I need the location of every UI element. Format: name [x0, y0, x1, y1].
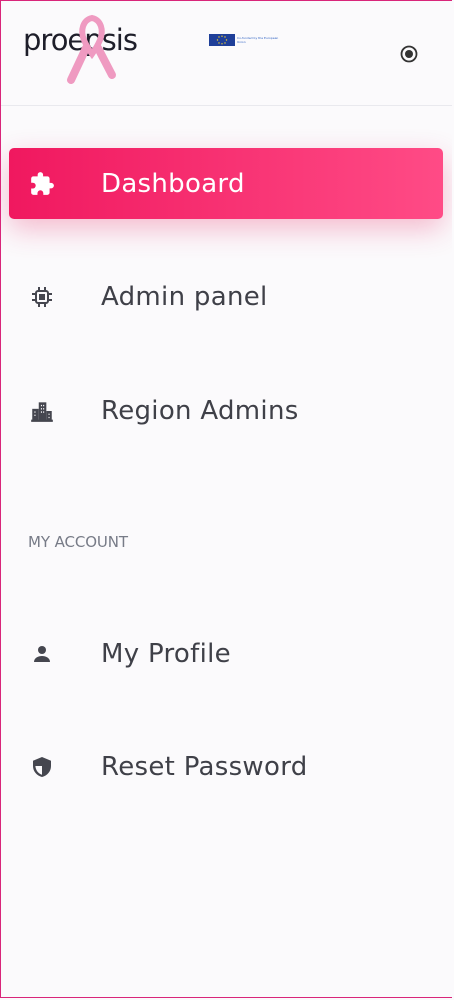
sidebar-item-label: My Profile: [101, 638, 231, 669]
cpu-icon: [29, 284, 55, 310]
sidebar-header: proepsis Co-funded by the European Union: [1, 1, 452, 106]
eu-stars-icon: [216, 35, 228, 45]
eu-flag-icon: [209, 34, 235, 46]
section-title-my-account: MY ACCOUNT: [28, 533, 128, 551]
radio-button-icon: [400, 45, 418, 63]
sidebar-item-region-admins[interactable]: Region Admins: [9, 375, 443, 446]
sidebar-toggle-button[interactable]: [397, 42, 421, 66]
brand-logo[interactable]: proepsis: [23, 14, 193, 84]
puzzle-icon: [29, 171, 55, 197]
buildings-icon: [29, 398, 55, 424]
sidebar-item-dashboard[interactable]: Dashboard: [9, 148, 443, 219]
sidebar-item-admin-panel[interactable]: Admin panel: [9, 261, 443, 332]
sidebar: proepsis Co-funded by the European Union…: [0, 0, 452, 998]
eu-funding-text: Co-funded by the European Union: [237, 36, 279, 44]
sidebar-item-label: Dashboard: [101, 168, 245, 199]
sidebar-item-label: Admin panel: [101, 281, 268, 312]
brand-wordmark: proepsis: [23, 23, 138, 57]
sidebar-item-label: Reset Password: [101, 751, 308, 782]
user-icon: [29, 641, 55, 667]
sidebar-item-reset-password[interactable]: Reset Password: [9, 731, 443, 802]
shield-icon: [29, 754, 55, 780]
sidebar-item-my-profile[interactable]: My Profile: [9, 618, 443, 689]
sidebar-item-label: Region Admins: [101, 395, 299, 426]
eu-funding-badge: Co-funded by the European Union: [209, 34, 287, 46]
